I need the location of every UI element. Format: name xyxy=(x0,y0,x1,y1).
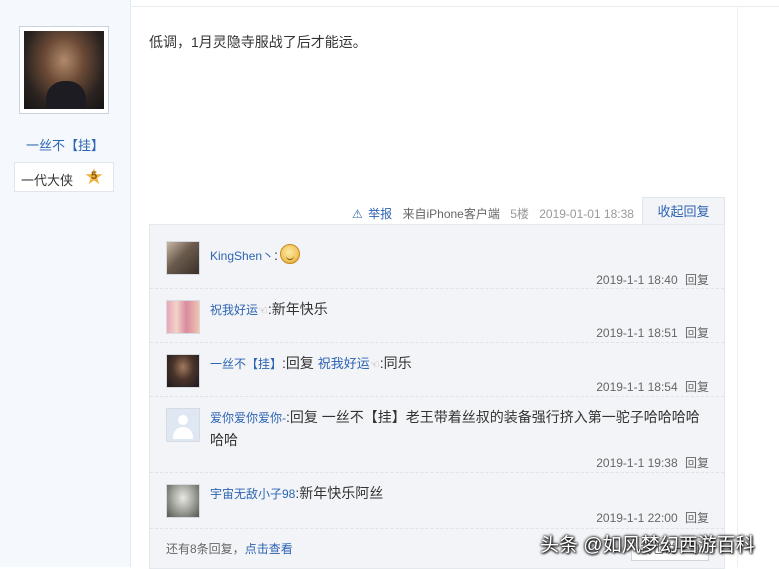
reply-content: KingShen丶: xyxy=(210,244,710,267)
author-sidebar: 一丝不【挂】 一代大侠 ★ 5 xyxy=(0,0,131,567)
reply-action[interactable]: 回复 xyxy=(685,456,709,470)
reply-avatar[interactable] xyxy=(166,300,200,334)
reply-action[interactable]: 回复 xyxy=(685,273,709,287)
author-username[interactable]: 一丝不【挂】 xyxy=(0,135,130,154)
star-badge-icon: ★ 5 xyxy=(84,164,104,189)
reply-content: 一丝不【挂】:回复 祝我好运☜:同乐 xyxy=(210,355,412,371)
reply-item: 一丝不【挂】:回复 祝我好运☜:同乐 2019-1-1 18:54 回复 xyxy=(150,342,724,397)
reply-meta: 2019-1-1 19:38 回复 xyxy=(596,454,709,471)
reply-meta: 2019-1-1 22:00 回复 xyxy=(596,509,709,526)
reply-username[interactable]: KingShen丶 xyxy=(210,249,274,263)
post-source: 来自iPhone客户端 xyxy=(402,206,500,221)
rank-level: 5 xyxy=(90,170,98,182)
more-replies-count: 还有8条回复， xyxy=(166,542,245,556)
post-timestamp: 2019-01-01 18:38 xyxy=(539,206,634,221)
reply-item: 祝我好运☜:新年快乐 2019-1-1 18:51 回复 xyxy=(150,288,724,343)
reply-action[interactable]: 回复 xyxy=(685,511,709,525)
author-avatar[interactable] xyxy=(19,26,109,114)
reply-content: 宇宙无敌小子98:新年快乐阿丝 xyxy=(210,485,384,501)
rank-title: 一代大侠 xyxy=(21,173,74,188)
reply-avatar[interactable] xyxy=(166,354,200,388)
reply-action[interactable]: 回复 xyxy=(685,380,709,394)
collapse-replies-button[interactable]: 收起回复 xyxy=(642,197,725,226)
reply-username[interactable]: 一丝不【挂】 xyxy=(210,357,282,371)
reply-username[interactable]: 爱你爱你爱你- xyxy=(210,411,286,425)
report-link[interactable]: 举报 xyxy=(368,204,392,224)
more-replies: 还有8条回复，点击查看 xyxy=(166,540,293,557)
default-avatar-icon[interactable] xyxy=(166,408,200,442)
reply-content: 祝我好运☜:新年快乐 xyxy=(210,301,328,317)
reply-time: 2019-1-1 19:38 xyxy=(596,456,678,470)
reply-target-username[interactable]: 祝我好运 xyxy=(318,356,370,371)
reply-action[interactable]: 回复 xyxy=(685,326,709,340)
post-meta: ⚠ 举报 来自iPhone客户端 5楼 2019-01-01 18:38 xyxy=(352,203,634,223)
watermark: 头条 @如风梦幻西游百科 xyxy=(540,535,755,556)
reply-avatar[interactable] xyxy=(166,484,200,518)
reply-meta: 2019-1-1 18:51 回复 xyxy=(596,324,709,341)
reply-text: 新年快乐 xyxy=(271,301,328,317)
reply-item: 宇宙无敌小子98:新年快乐阿丝 2019-1-1 22:00 回复 xyxy=(150,472,724,529)
warning-icon: ⚠ xyxy=(352,206,363,221)
top-divider xyxy=(131,6,779,7)
right-divider xyxy=(737,6,738,567)
reply-content: 爱你爱你爱你-:回复 一丝不【挂】老王带着丝叔的装备强行挤入第一驼子哈哈哈哈哈哈 xyxy=(210,409,700,448)
reply-meta: 2019-1-1 18:40 回复 xyxy=(596,271,709,288)
reply-avatar[interactable] xyxy=(166,241,200,275)
smiley-emoji-icon xyxy=(279,244,300,264)
rank-box: 一代大侠 ★ 5 xyxy=(14,162,114,192)
reply-time: 2019-1-1 18:54 xyxy=(596,380,678,394)
reply-meta: 2019-1-1 18:54 回复 xyxy=(596,378,709,395)
reply-time: 2019-1-1 18:40 xyxy=(596,273,678,287)
post-content: 低调，1月灵隐寺服战了后才能运。 xyxy=(149,34,367,50)
reply-time: 2019-1-1 22:00 xyxy=(596,511,678,525)
author-avatar-image xyxy=(24,31,104,109)
reply-text: :同乐 xyxy=(379,355,412,371)
reply-username[interactable]: 宇宙无敌小子98 xyxy=(210,487,295,501)
reply-time: 2019-1-1 18:51 xyxy=(596,326,678,340)
reply-item: KingShen丶: 2019-1-1 18:40 回复 xyxy=(150,225,724,289)
reply-username[interactable]: 祝我好运 xyxy=(210,303,258,317)
reply-panel: KingShen丶: 2019-1-1 18:40 回复 祝我好运☜:新年快乐 … xyxy=(149,224,725,569)
post-floor: 5楼 xyxy=(510,206,529,221)
view-more-link[interactable]: 点击查看 xyxy=(245,542,293,556)
reply-item: 爱你爱你爱你-:回复 一丝不【挂】老王带着丝叔的装备强行挤入第一驼子哈哈哈哈哈哈… xyxy=(150,396,724,473)
reply-text: 新年快乐阿丝 xyxy=(299,485,384,501)
